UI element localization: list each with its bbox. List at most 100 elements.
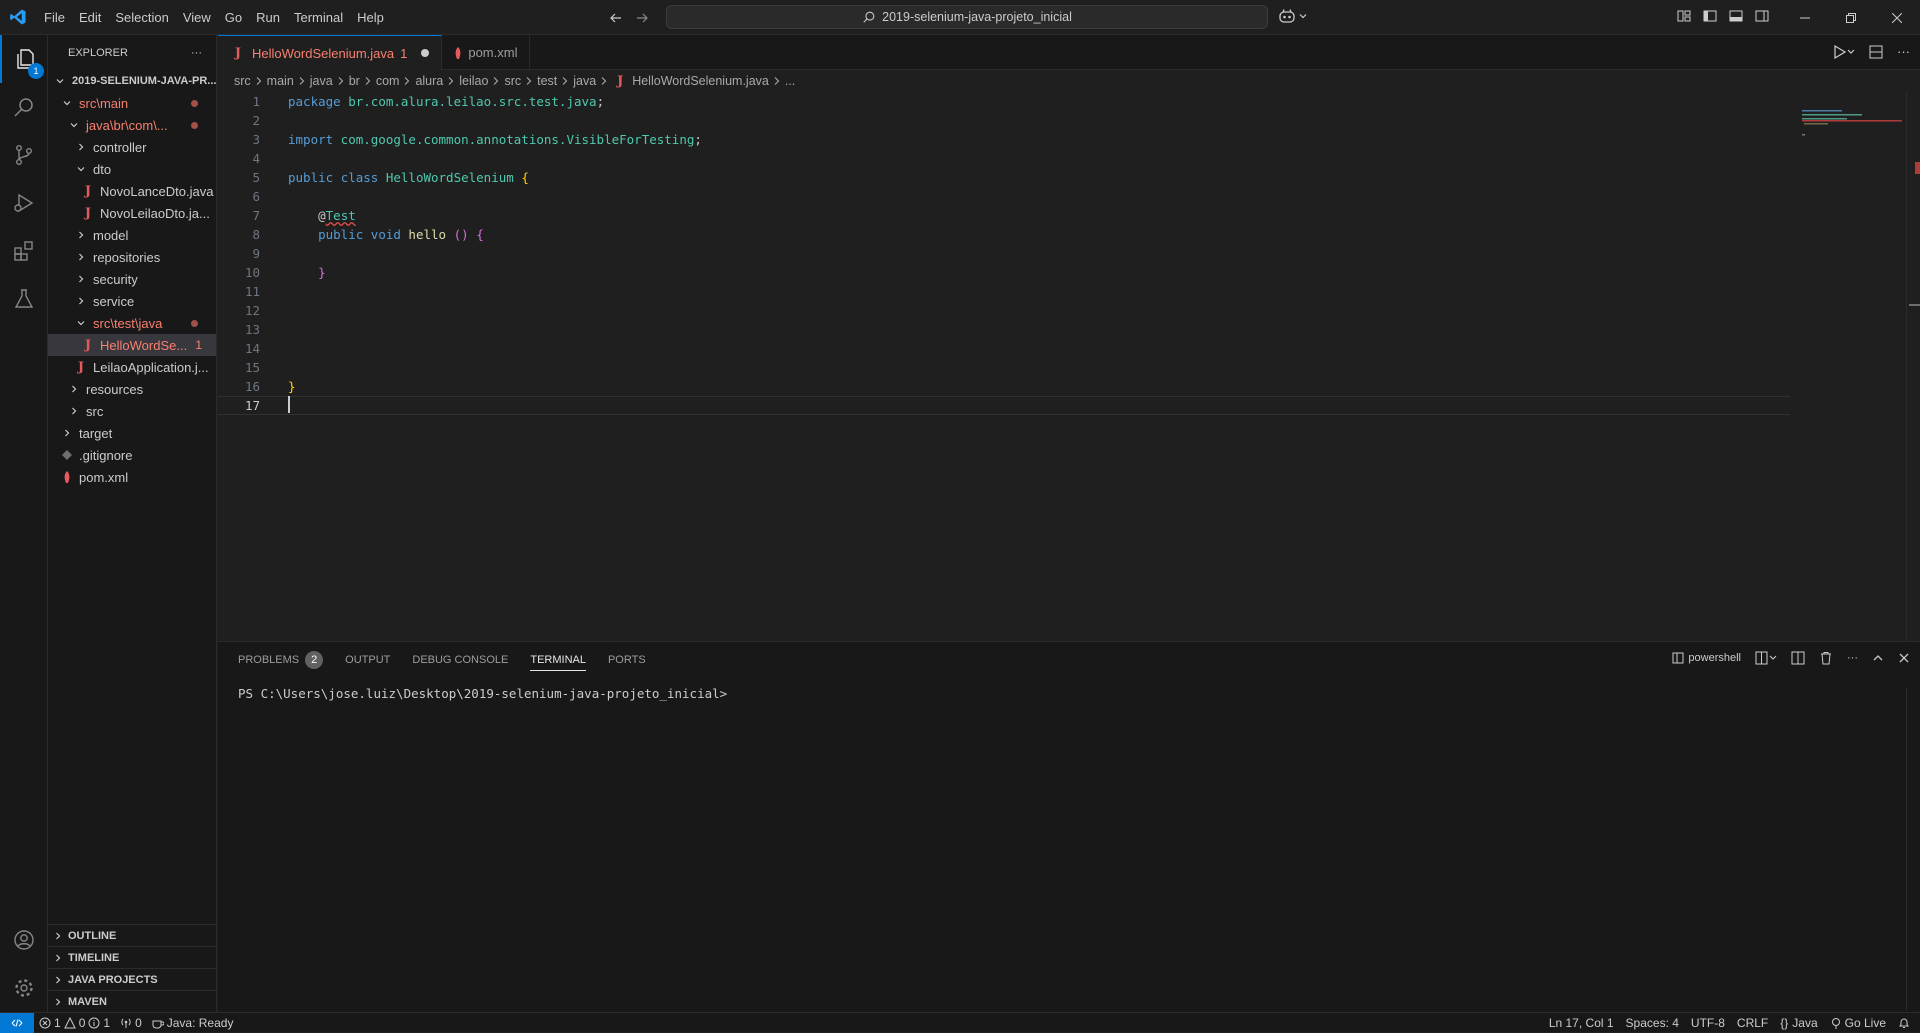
toggle-primary-sidebar-icon[interactable]: [1702, 8, 1718, 24]
language-mode[interactable]: {} Java: [1780, 1016, 1817, 1030]
tree-item[interactable]: src\test\java: [48, 312, 216, 334]
unsaved-dot-icon[interactable]: [421, 49, 430, 57]
menu-item-edit[interactable]: Edit: [72, 0, 108, 35]
problems-status[interactable]: 1 0 1: [34, 1016, 115, 1030]
tree-item[interactable]: target: [48, 422, 216, 444]
breadcrumb-item[interactable]: java: [310, 74, 333, 88]
tree-item[interactable]: repositories: [48, 246, 216, 268]
tree-item[interactable]: resources: [48, 378, 216, 400]
toggle-secondary-sidebar-icon[interactable]: [1754, 8, 1770, 24]
tab-output[interactable]: OUTPUT: [345, 642, 390, 677]
run-debug-activity[interactable]: [0, 179, 48, 227]
tree-item[interactable]: controller: [48, 136, 216, 158]
command-center-search[interactable]: 2019-selenium-java-projeto_inicial: [666, 5, 1268, 29]
tree-item[interactable]: pom.xml: [48, 466, 216, 488]
ports-status[interactable]: 0: [115, 1016, 147, 1030]
breadcrumb-item[interactable]: br: [349, 74, 360, 88]
tree-item[interactable]: J LeilaoApplication.j...: [48, 356, 216, 378]
terminal-scrollbar[interactable]: [1906, 688, 1920, 1011]
menu-item-view[interactable]: View: [176, 0, 218, 35]
tree-item[interactable]: service: [48, 290, 216, 312]
terminal-shell-button[interactable]: powershell: [1672, 652, 1741, 664]
encoding[interactable]: UTF-8: [1691, 1016, 1725, 1030]
breadcrumb-item[interactable]: leilao: [459, 74, 488, 88]
back-arrow-icon[interactable]: [608, 10, 624, 26]
menu-item-file[interactable]: File: [37, 0, 72, 35]
code-editor[interactable]: 1 package br.com.alura.leilao.src.test.ja…: [218, 92, 1904, 415]
code-line[interactable]: 6: [218, 187, 1904, 206]
breadcrumb-item[interactable]: alura: [415, 74, 443, 88]
forward-arrow-icon[interactable]: [634, 10, 650, 26]
code-line[interactable]: 17: [218, 395, 1790, 415]
section-maven[interactable]: MAVEN: [48, 990, 217, 1012]
breadcrumb-item[interactable]: HelloWordSelenium.java: [632, 74, 769, 88]
breadcrumb-item[interactable]: src: [234, 74, 251, 88]
breadcrumb-item[interactable]: main: [267, 74, 294, 88]
tree-item[interactable]: java\br\com\...: [48, 114, 216, 136]
menu-item-help[interactable]: Help: [350, 0, 391, 35]
indentation[interactable]: Spaces: 4: [1626, 1016, 1679, 1030]
code-line[interactable]: 4: [218, 149, 1904, 168]
accounts-activity[interactable]: [0, 916, 48, 964]
more-actions-icon[interactable]: ···: [1847, 652, 1858, 664]
more-actions-icon[interactable]: ···: [191, 47, 202, 59]
trash-icon[interactable]: [1819, 651, 1833, 665]
run-java-icon[interactable]: [1833, 44, 1855, 59]
remote-indicator[interactable]: [0, 1012, 34, 1033]
tree-item[interactable]: dto: [48, 158, 216, 180]
tab-terminal[interactable]: TERMINAL: [530, 642, 586, 677]
code-line[interactable]: 2: [218, 111, 1904, 130]
go-live-button[interactable]: Go Live: [1830, 1016, 1886, 1030]
tree-item[interactable]: model: [48, 224, 216, 246]
section-timeline[interactable]: TIMELINE: [48, 946, 217, 968]
tree-item[interactable]: src: [48, 400, 216, 422]
split-editor-icon[interactable]: [1869, 45, 1883, 59]
code-line[interactable]: 12: [218, 301, 1904, 320]
cursor-position[interactable]: Ln 17, Col 1: [1549, 1016, 1614, 1030]
tree-item[interactable]: .gitignore: [48, 444, 216, 466]
java-status[interactable]: Java: Ready: [147, 1016, 239, 1030]
code-line[interactable]: 7 @Test: [218, 206, 1904, 225]
menu-item-go[interactable]: Go: [218, 0, 249, 35]
code-line[interactable]: 14: [218, 339, 1904, 358]
editor-scrollbar[interactable]: [1906, 92, 1920, 641]
minimize-button[interactable]: [1782, 0, 1828, 35]
more-actions-icon[interactable]: ···: [1897, 44, 1910, 59]
tree-item[interactable]: 2019-SELENIUM-JAVA-PR...: [48, 70, 216, 92]
customize-layout-icon[interactable]: [1676, 8, 1692, 24]
tab-ports[interactable]: PORTS: [608, 642, 646, 677]
copilot-button[interactable]: [1278, 8, 1308, 24]
code-line[interactable]: 3 import com.google.common.annotations.Vi…: [218, 130, 1904, 149]
tab-debug-console[interactable]: DEBUG CONSOLE: [412, 642, 508, 677]
menu-item-selection[interactable]: Selection: [108, 0, 175, 35]
tree-item[interactable]: src\main: [48, 92, 216, 114]
code-line[interactable]: 9: [218, 244, 1904, 263]
extensions-activity[interactable]: [0, 227, 48, 275]
tab-problems[interactable]: PROBLEMS 2: [238, 642, 324, 677]
tab-hellowordselenium[interactable]: J HelloWordSelenium.java 1: [218, 35, 443, 70]
code-line[interactable]: 8 public void hello () {: [218, 225, 1904, 244]
testing-activity[interactable]: [0, 275, 48, 323]
explorer-activity[interactable]: 1: [0, 35, 48, 83]
notifications-icon[interactable]: [1898, 1017, 1910, 1029]
breadcrumb-item[interactable]: ...: [785, 74, 795, 88]
minimap[interactable]: [1794, 92, 1904, 392]
terminal-prompt[interactable]: PS C:\Users\jose.luiz\Desktop\2019-selen…: [218, 686, 1920, 701]
new-terminal-icon[interactable]: [1755, 651, 1777, 665]
code-line[interactable]: 11: [218, 282, 1904, 301]
tree-item[interactable]: J NovoLanceDto.java: [48, 180, 216, 202]
toggle-panel-icon[interactable]: [1728, 8, 1744, 24]
end-of-line[interactable]: CRLF: [1737, 1016, 1768, 1030]
close-panel-icon[interactable]: [1898, 652, 1910, 664]
section-outline[interactable]: OUTLINE: [48, 924, 217, 946]
menu-item-run[interactable]: Run: [249, 0, 287, 35]
breadcrumb-item[interactable]: test: [537, 74, 557, 88]
split-terminal-icon[interactable]: [1791, 651, 1805, 665]
manage-activity[interactable]: [0, 964, 48, 1012]
code-line[interactable]: 5 public class HelloWordSelenium {: [218, 168, 1904, 187]
code-line[interactable]: 1 package br.com.alura.leilao.src.test.ja…: [218, 92, 1904, 111]
code-line[interactable]: 13: [218, 320, 1904, 339]
breadcrumb-item[interactable]: java: [573, 74, 596, 88]
breadcrumb-item[interactable]: com: [376, 74, 400, 88]
tree-item[interactable]: J HelloWordSe... 1: [48, 334, 216, 356]
